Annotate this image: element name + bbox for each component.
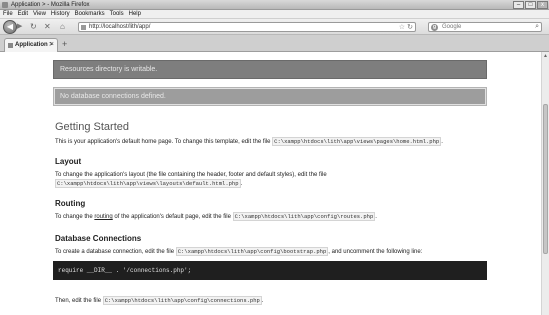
layout-file-path: C:\xampp\htdocs\lith\app\views\layouts\d… bbox=[55, 179, 241, 188]
tab-favicon-icon bbox=[8, 43, 13, 48]
menu-bar: File Edit View History Bookmarks Tools H… bbox=[0, 10, 549, 19]
close-window-button[interactable]: x bbox=[537, 0, 548, 9]
connections-file-path: C:\xampp\htdocs\lith\app\config\connecti… bbox=[102, 296, 262, 305]
routing-text: To change the routing of the application… bbox=[55, 212, 377, 221]
menu-tools[interactable]: Tools bbox=[110, 11, 124, 17]
google-engine-icon[interactable]: g bbox=[431, 24, 438, 31]
routing-heading: Routing bbox=[55, 199, 86, 208]
database-text-after: , and uncomment the following line: bbox=[328, 249, 423, 255]
getting-started-text-after: . bbox=[441, 139, 443, 145]
menu-history[interactable]: History bbox=[51, 11, 70, 17]
getting-started-text: This is your application's default home … bbox=[55, 137, 443, 146]
routes-file-path: C:\xampp\htdocs\lith\app\config\routes.p… bbox=[232, 212, 376, 221]
database-heading: Database Connections bbox=[55, 234, 142, 243]
tab-label: Application > bbox=[15, 42, 53, 48]
new-tab-button[interactable]: + bbox=[62, 39, 67, 49]
scroll-up-arrow-icon[interactable]: ▲ bbox=[543, 53, 548, 59]
routing-text-before: To change the bbox=[55, 214, 95, 220]
menu-help[interactable]: Help bbox=[129, 11, 141, 17]
routing-link[interactable]: routing bbox=[94, 214, 112, 220]
maximize-button[interactable]: □ bbox=[525, 0, 536, 9]
window-titlebar: Application > - Mozilla Firefox – □ x bbox=[0, 0, 549, 10]
tab-bar: Application > × + bbox=[0, 35, 549, 52]
getting-started-text-before: This is your application's default home … bbox=[55, 139, 273, 145]
then-edit-text: Then, edit the file C:\xampp\htdocs\lith… bbox=[55, 296, 264, 305]
database-text-before: To create a database connection, edit th… bbox=[55, 249, 176, 255]
resources-writable-notice: Resources directory is writable. bbox=[53, 60, 487, 79]
layout-text: To change the application's layout (the … bbox=[55, 172, 327, 178]
menu-view[interactable]: View bbox=[33, 11, 46, 17]
getting-started-heading: Getting Started bbox=[55, 121, 129, 133]
reload-button[interactable]: ↻ bbox=[30, 22, 37, 32]
page-content: Resources directory is writable. No data… bbox=[0, 52, 541, 315]
menu-bookmarks[interactable]: Bookmarks bbox=[75, 11, 105, 17]
back-button[interactable]: ◀ bbox=[3, 20, 17, 34]
tab-application[interactable]: Application > × bbox=[4, 38, 58, 52]
bookmark-star-icon[interactable]: ☆ bbox=[399, 23, 405, 31]
menu-file[interactable]: File bbox=[3, 11, 13, 17]
then-edit-text-before: Then, edit the file bbox=[55, 298, 103, 304]
address-bar[interactable]: http://localhost/lith/app/ ☆ ↻ bbox=[78, 22, 416, 32]
routing-text-after: . bbox=[375, 214, 377, 220]
home-template-path: C:\xampp\htdocs\lith\app\views\pages\hom… bbox=[272, 137, 442, 146]
menu-edit[interactable]: Edit bbox=[18, 11, 28, 17]
search-icon[interactable]: ⌕ bbox=[535, 23, 539, 31]
window-title: Application > - Mozilla Firefox bbox=[11, 1, 90, 8]
then-edit-text-after: . bbox=[261, 298, 264, 304]
search-bar[interactable]: g Google ⌕ bbox=[428, 22, 542, 32]
navigation-toolbar: ◀ ▶ ↻ ✕ ⌂ http://localhost/lith/app/ ☆ ↻… bbox=[0, 19, 549, 35]
layout-text-after: . bbox=[240, 181, 243, 187]
stop-button[interactable]: ✕ bbox=[44, 22, 51, 32]
tab-close-icon[interactable]: × bbox=[50, 41, 54, 48]
search-placeholder: Google bbox=[442, 24, 462, 30]
database-text: To create a database connection, edit th… bbox=[55, 247, 423, 256]
no-database-notice: No database connections defined. bbox=[53, 87, 487, 106]
address-url[interactable]: http://localhost/lith/app/ bbox=[89, 24, 150, 30]
forward-button[interactable]: ▶ bbox=[17, 23, 25, 31]
home-button[interactable]: ⌂ bbox=[60, 22, 65, 32]
bootstrap-file-path: C:\xampp\htdocs\lith\app\config\bootstra… bbox=[175, 247, 329, 256]
vertical-scrollbar[interactable]: ▲ bbox=[541, 52, 549, 315]
routing-text-middle: of the application's default page, edit … bbox=[112, 214, 233, 220]
site-favicon-icon bbox=[81, 25, 86, 30]
layout-file-line: C:\xampp\htdocs\lith\app\views\layouts\d… bbox=[55, 179, 243, 188]
firefox-icon bbox=[2, 1, 8, 8]
minimize-button[interactable]: – bbox=[513, 0, 524, 9]
connections-code-block: require __DIR__ . '/connections.php'; bbox=[53, 261, 487, 280]
layout-heading: Layout bbox=[55, 157, 82, 166]
address-reload-icon[interactable]: ↻ bbox=[407, 23, 413, 31]
scrollbar-thumb[interactable] bbox=[543, 104, 548, 254]
